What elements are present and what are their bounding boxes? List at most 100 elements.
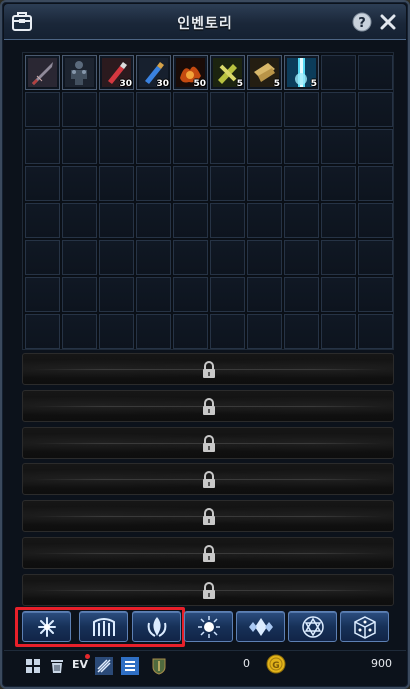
inventory-slot[interactable] — [247, 314, 282, 349]
inventory-slot[interactable] — [173, 129, 208, 164]
filter-button-5[interactable] — [236, 611, 285, 642]
ev-button[interactable]: EV — [72, 658, 92, 676]
inventory-slot[interactable] — [99, 203, 134, 238]
inventory-slot[interactable] — [358, 277, 393, 312]
inventory-slot[interactable] — [321, 203, 356, 238]
inventory-slot[interactable] — [25, 92, 60, 127]
inventory-slot[interactable] — [25, 166, 60, 201]
inventory-slot[interactable] — [62, 166, 97, 201]
inventory-slot[interactable] — [173, 166, 208, 201]
inventory-slot[interactable] — [25, 277, 60, 312]
inventory-slot[interactable] — [247, 203, 282, 238]
auto-sort-icon[interactable] — [95, 657, 113, 675]
list-view-icon[interactable] — [121, 657, 139, 675]
inventory-slot[interactable] — [173, 203, 208, 238]
locked-row[interactable] — [22, 537, 394, 569]
inventory-slot[interactable] — [62, 240, 97, 275]
inventory-slot[interactable] — [25, 129, 60, 164]
inventory-slot[interactable] — [321, 314, 356, 349]
inventory-slot[interactable] — [173, 277, 208, 312]
inventory-slot[interactable] — [136, 277, 171, 312]
locked-row[interactable] — [22, 427, 394, 459]
inventory-slot[interactable] — [321, 129, 356, 164]
inventory-slot[interactable] — [358, 166, 393, 201]
close-icon[interactable] — [378, 12, 398, 32]
trash-icon[interactable] — [48, 657, 66, 675]
inventory-slot[interactable]: 30 — [136, 55, 171, 90]
inventory-slot[interactable] — [136, 314, 171, 349]
inventory-slot[interactable] — [99, 92, 134, 127]
inventory-slot[interactable] — [284, 240, 319, 275]
inventory-slot[interactable] — [99, 129, 134, 164]
inventory-slot[interactable] — [99, 240, 134, 275]
inventory-slot[interactable] — [210, 92, 245, 127]
inventory-slot[interactable] — [321, 166, 356, 201]
inventory-slot[interactable] — [358, 92, 393, 127]
inventory-slot[interactable] — [321, 55, 356, 90]
inventory-slot[interactable] — [173, 314, 208, 349]
inventory-slot[interactable] — [284, 277, 319, 312]
inventory-slot[interactable]: 5 — [284, 55, 319, 90]
locked-row[interactable] — [22, 463, 394, 495]
inventory-slot[interactable] — [62, 314, 97, 349]
inventory-slot[interactable] — [25, 240, 60, 275]
inventory-slot[interactable] — [62, 92, 97, 127]
inventory-slot[interactable]: 50 — [173, 55, 208, 90]
inventory-slot[interactable] — [358, 129, 393, 164]
inventory-slot[interactable] — [284, 314, 319, 349]
inventory-slot[interactable] — [247, 166, 282, 201]
filter-button-2[interactable] — [79, 611, 128, 642]
locked-row[interactable] — [22, 390, 394, 422]
help-icon[interactable]: ? — [352, 12, 372, 32]
locked-row[interactable] — [22, 353, 394, 385]
locked-row[interactable] — [22, 500, 394, 532]
inventory-slot[interactable] — [358, 55, 393, 90]
inventory-slot[interactable] — [173, 240, 208, 275]
inventory-slot[interactable] — [210, 203, 245, 238]
filter-button-3[interactable] — [132, 611, 181, 642]
filter-button-4[interactable] — [184, 611, 233, 642]
inventory-slot[interactable] — [25, 55, 60, 90]
inventory-slot[interactable] — [284, 92, 319, 127]
inventory-slot[interactable] — [62, 55, 97, 90]
inventory-slot[interactable] — [247, 92, 282, 127]
filter-button-6[interactable] — [288, 611, 337, 642]
inventory-slot[interactable]: 30 — [99, 55, 134, 90]
inventory-slot[interactable] — [62, 129, 97, 164]
inventory-slot[interactable] — [358, 203, 393, 238]
inventory-slot[interactable]: 5 — [210, 55, 245, 90]
inventory-slot[interactable] — [247, 129, 282, 164]
grid-view-icon[interactable] — [24, 657, 42, 675]
inventory-slot[interactable] — [247, 277, 282, 312]
inventory-slot[interactable] — [210, 166, 245, 201]
title-bar[interactable]: 인벤토리 — [4, 4, 406, 40]
inventory-slot[interactable]: 5 — [247, 55, 282, 90]
inventory-slot[interactable] — [358, 314, 393, 349]
inventory-slot[interactable] — [247, 240, 282, 275]
inventory-slot[interactable] — [99, 314, 134, 349]
inventory-slot[interactable] — [99, 277, 134, 312]
inventory-slot[interactable] — [321, 240, 356, 275]
filter-button-1[interactable] — [22, 611, 71, 642]
inventory-slot[interactable] — [99, 166, 134, 201]
inventory-slot[interactable] — [210, 240, 245, 275]
inventory-slot[interactable] — [136, 92, 171, 127]
inventory-slot[interactable] — [284, 166, 319, 201]
locked-row[interactable] — [22, 574, 394, 606]
inventory-slot[interactable] — [136, 129, 171, 164]
inventory-slot[interactable] — [284, 203, 319, 238]
inventory-slot[interactable] — [136, 240, 171, 275]
inventory-slot[interactable] — [62, 203, 97, 238]
inventory-slot[interactable] — [136, 166, 171, 201]
inventory-slot[interactable] — [25, 314, 60, 349]
inventory-slot[interactable] — [284, 129, 319, 164]
inventory-slot[interactable] — [321, 92, 356, 127]
inventory-slot[interactable] — [25, 203, 60, 238]
inventory-slot[interactable] — [210, 314, 245, 349]
inventory-slot[interactable] — [210, 277, 245, 312]
inventory-slot[interactable] — [358, 240, 393, 275]
inventory-slot[interactable] — [173, 92, 208, 127]
inventory-slot[interactable] — [136, 203, 171, 238]
inventory-slot[interactable] — [210, 129, 245, 164]
filter-button-7[interactable] — [340, 611, 389, 642]
